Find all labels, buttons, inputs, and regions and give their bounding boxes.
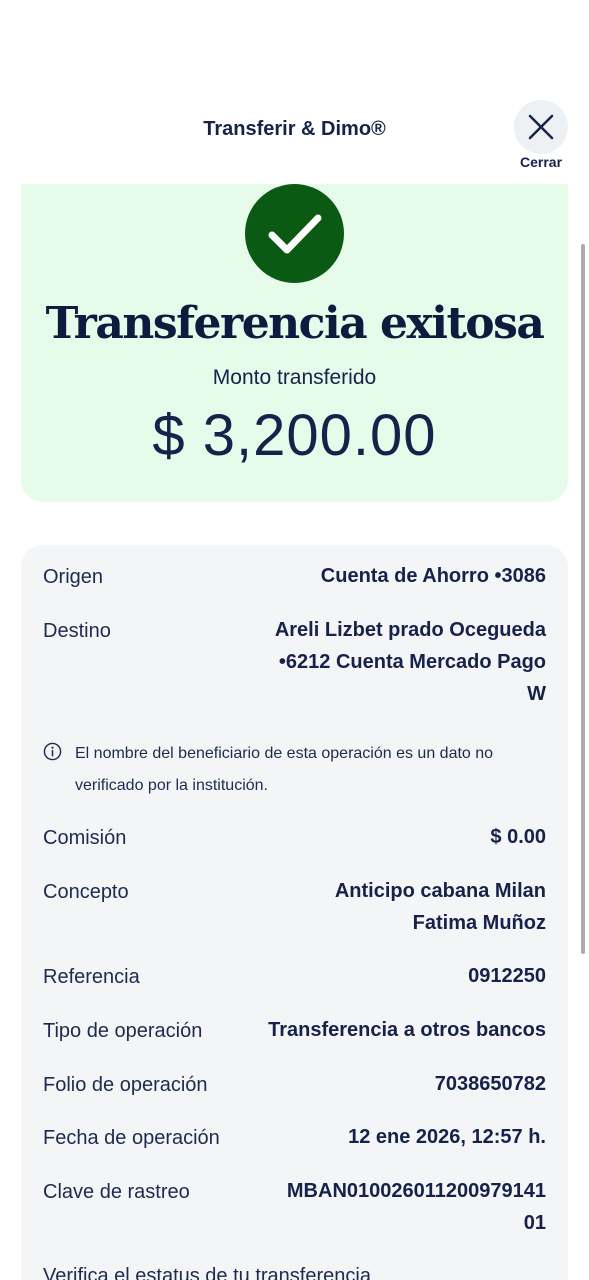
folio-label: Folio de operación: [43, 1074, 208, 1096]
notice-line-2: verificado por la institución.: [75, 777, 268, 794]
success-card: Transferencia exitosa Monto transferido …: [21, 184, 568, 502]
destino-value: Areli Lizbet prado Ocegueda •6212 Cuenta…: [226, 614, 546, 710]
folio-value: 7038650782: [434, 1073, 546, 1095]
destino-line-3: W: [527, 683, 546, 705]
concepto-value: Anticipo cabana Milan Fatima Muñoz: [246, 875, 546, 939]
notice-text: El nombre del beneficiario de esta opera…: [75, 738, 535, 802]
notice-line-1: El nombre del beneficiario de esta opera…: [75, 745, 494, 762]
comision-value: $ 0.00: [490, 826, 546, 848]
referencia-value: 0912250: [468, 965, 546, 987]
page-title: Transferir & Dimo®: [203, 118, 386, 140]
success-check: [245, 184, 344, 283]
concepto-label: Concepto: [43, 881, 129, 903]
clave-line-2: 01: [523, 1212, 546, 1234]
clave-label: Clave de rastreo: [43, 1181, 190, 1203]
check-icon: [268, 214, 321, 253]
clave-line-1: MBAN010026011200979141: [286, 1180, 546, 1202]
clave-value: MBAN010026011200979141 01: [246, 1175, 546, 1239]
amount-label: Monto transferido: [212, 366, 377, 389]
close-label[interactable]: Cerrar: [505, 154, 577, 170]
origen-value: Cuenta de Ahorro •3086: [320, 565, 546, 587]
scrollbar[interactable]: [581, 244, 585, 954]
tipo-label: Tipo de operación: [43, 1020, 203, 1042]
tipo-value: Transferencia a otros bancos: [268, 1019, 546, 1041]
info-icon: [43, 742, 62, 761]
referencia-label: Referencia: [43, 966, 140, 988]
destino-label: Destino: [43, 620, 111, 642]
fecha-label: Fecha de operación: [43, 1127, 220, 1149]
amount-value: $ 3,200.00: [152, 403, 437, 468]
close-icon: [528, 114, 554, 140]
comision-label: Comisión: [43, 827, 127, 849]
concepto-line-2: Fatima Muñoz: [412, 912, 546, 934]
concepto-line-1: Anticipo cabana Milan: [334, 880, 546, 902]
destino-line-1: Areli Lizbet prado Ocegueda: [274, 619, 546, 641]
close-button[interactable]: [514, 100, 568, 154]
destino-line-2: •6212 Cuenta Mercado Pago: [278, 651, 546, 673]
origen-label: Origen: [43, 566, 104, 588]
details-card: Origen Cuenta de Ahorro •3086 Destino Ar…: [21, 545, 568, 1280]
success-title: Transferencia exitosa: [45, 298, 545, 349]
header-bar: Transferir & Dimo® Cerrar: [0, 0, 589, 184]
verify-status-link[interactable]: Verifica el estatus de tu transferencia: [43, 1265, 371, 1280]
fecha-value: 12 ene 2026, 12:57 h.: [348, 1126, 546, 1148]
